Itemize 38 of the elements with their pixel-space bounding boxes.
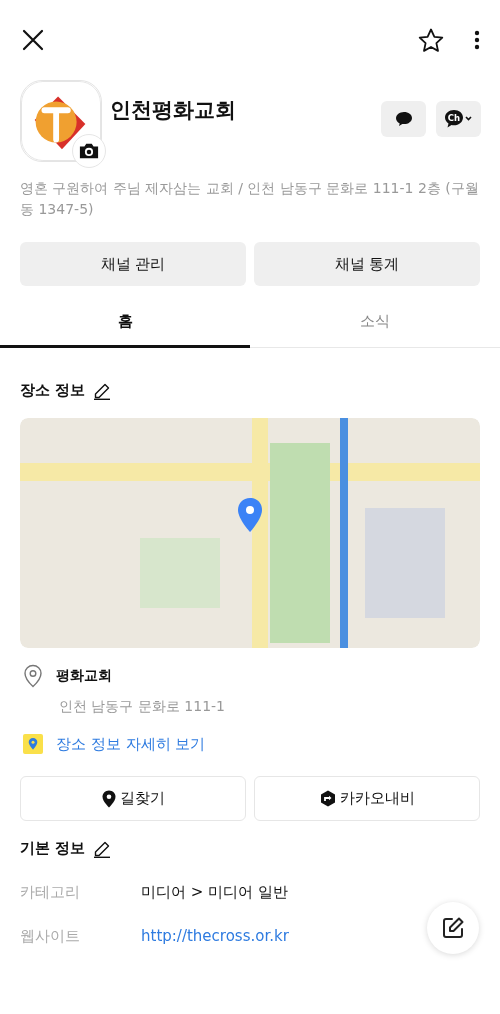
- edit-button[interactable]: [93, 381, 112, 400]
- website-link[interactable]: http://thecross.or.kr: [141, 927, 289, 946]
- chat-bubble-icon: [394, 111, 413, 127]
- more-icon: [474, 30, 480, 50]
- favorite-button[interactable]: [418, 27, 444, 53]
- location-pin-icon: [23, 664, 43, 688]
- info-value: 미디어 > 미디어 일반: [141, 883, 288, 902]
- more-button[interactable]: [474, 30, 480, 50]
- map-pin-icon: [23, 734, 43, 754]
- close-icon: [22, 29, 44, 51]
- star-icon: [418, 27, 444, 53]
- place-address: 인천 남동구 문화로 111-1: [59, 698, 227, 716]
- pencil-icon: [93, 839, 112, 858]
- write-button[interactable]: [427, 902, 479, 954]
- pin-icon: [101, 789, 116, 808]
- channel-description: 영혼 구원하여 주님 제자삼는 교회 / 인천 남동구 문화로 111-1 2층 (구월동 1347-5): [20, 179, 480, 219]
- navi-button[interactable]: 카카오내비: [254, 776, 480, 821]
- info-label: 웹사이트: [20, 927, 81, 946]
- compose-icon: [441, 916, 465, 940]
- channel-button[interactable]: Ch: [436, 101, 481, 137]
- place-name: 평화교회: [56, 667, 112, 685]
- pencil-icon: [93, 381, 112, 400]
- close-button[interactable]: [22, 29, 44, 51]
- directions-button[interactable]: 길찾기: [20, 776, 246, 821]
- place-detail-link[interactable]: 장소 정보 자세히 보기: [56, 734, 206, 754]
- chat-button[interactable]: [381, 101, 426, 137]
- info-label: 카테고리: [20, 883, 81, 902]
- navigation-icon: [319, 790, 336, 807]
- channel-name: 인천평화교회: [110, 97, 237, 124]
- section-title: 기본 정보: [20, 839, 86, 858]
- edit-button[interactable]: [93, 839, 112, 858]
- section-title: 장소 정보: [20, 381, 86, 400]
- tab[interactable]: 소식: [250, 298, 500, 348]
- camera-icon: [79, 142, 99, 160]
- admin-button[interactable]: 채널 관리: [20, 242, 246, 286]
- tab[interactable]: 홈: [0, 298, 250, 348]
- camera-button[interactable]: [72, 134, 106, 168]
- admin-button[interactable]: 채널 통계: [254, 242, 480, 286]
